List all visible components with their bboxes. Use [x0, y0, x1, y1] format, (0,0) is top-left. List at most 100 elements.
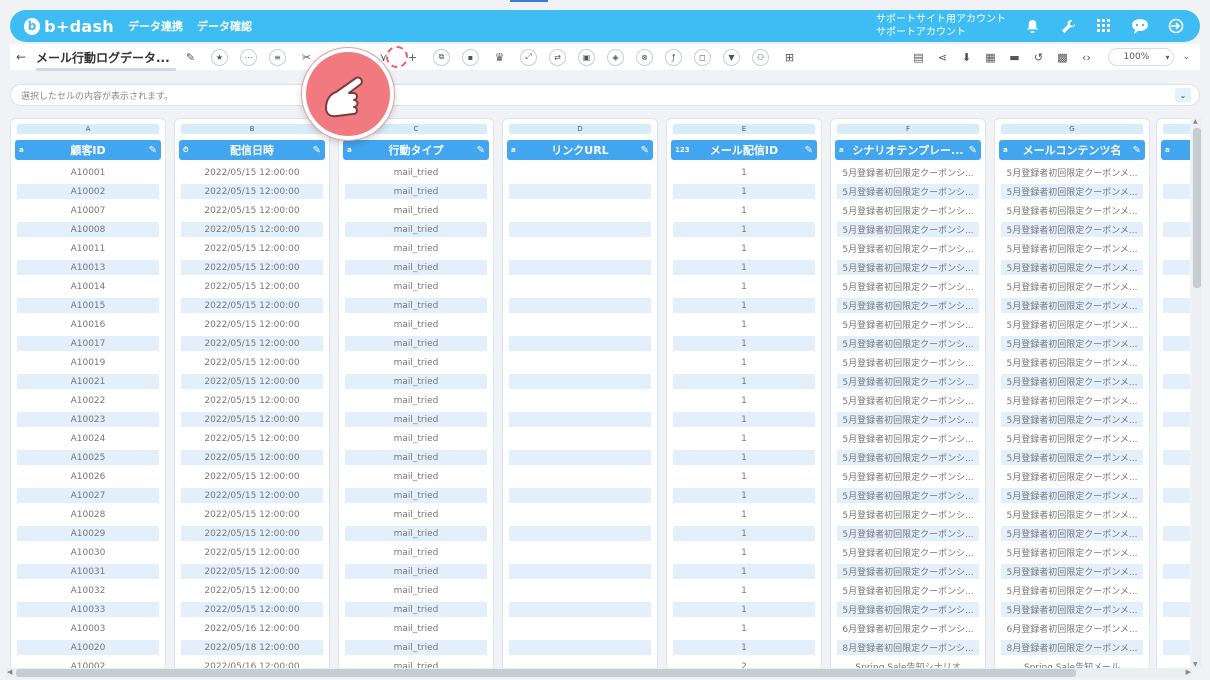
table-cell[interactable]	[509, 619, 651, 638]
table-cell[interactable]: A10011	[17, 239, 159, 258]
table-cell[interactable]: mail_tried	[345, 581, 487, 600]
table-cell[interactable]: mail_tried	[345, 239, 487, 258]
table-cell[interactable]	[509, 315, 651, 334]
table-cell[interactable]: 6月登録者初回限定クーポンシ...	[837, 619, 979, 638]
table-cell[interactable]: 1	[673, 564, 815, 579]
more-options-icon[interactable]: ⋯	[240, 48, 257, 66]
table-cell[interactable]: 5月登録者初回限定クーポンシ...	[837, 581, 979, 600]
wrench-icon[interactable]	[1056, 14, 1080, 38]
table-cell[interactable]: A10008	[17, 222, 159, 237]
table-cell[interactable]: 2022/05/15 12:00:00	[181, 391, 323, 410]
table-cell[interactable]: mail_tried	[345, 277, 487, 296]
zoom-dropdown-icon[interactable]: ⌄	[1182, 52, 1190, 62]
table-cell[interactable]: 5月登録者初回限定クーポンメ...	[1001, 391, 1143, 410]
table-cell[interactable]: 2022/05/15 12:00:00	[181, 184, 323, 199]
table-cell[interactable]: mail_tried	[345, 260, 487, 275]
table-cell[interactable]: 2022/05/16 12:00:00	[181, 619, 323, 638]
table-cell[interactable]: A10001	[17, 163, 159, 182]
table-cell[interactable]: 5月登録者初回限定クーポンメ...	[1001, 298, 1143, 313]
nav-data-integration[interactable]: データ連携	[128, 18, 183, 34]
table-cell[interactable]: Spring Sale告知シナリオ	[837, 657, 979, 668]
table-cell[interactable]: A10031	[17, 564, 159, 579]
table-cell[interactable]: 5月...	[1163, 467, 1190, 486]
table-cell[interactable]: 5月登録者初回限定クーポンシ...	[837, 315, 979, 334]
table-cell[interactable]: 6月登録者初回限定クーポンメ...	[1001, 619, 1143, 638]
formula-icon[interactable]: ƒ	[665, 48, 682, 66]
vertical-scroll-thumb[interactable]	[1193, 128, 1201, 288]
table-cell[interactable]: 1	[673, 467, 815, 486]
table-cell[interactable]: 5月登録者初回限定クーポンメ...	[1001, 543, 1143, 562]
table-cell[interactable]: A10030	[17, 543, 159, 562]
table-cell[interactable]: 5月...	[1163, 353, 1190, 372]
table-cell[interactable]: 8月登録者初回限定クーポンメ...	[1001, 640, 1143, 655]
table-cell[interactable]	[509, 353, 651, 372]
table-cell[interactable]: 1	[673, 619, 815, 638]
table-cell[interactable]: 1	[673, 260, 815, 275]
table-cell[interactable]: 1	[673, 450, 815, 465]
table-cell[interactable]: 5月...	[1163, 543, 1190, 562]
table-cell[interactable]: 5月登録者初回限定クーポンメ...	[1001, 564, 1143, 579]
table-cell[interactable]	[509, 391, 651, 410]
table-cell[interactable]: 2022/05/15 12:00:00	[181, 374, 323, 389]
table-cell[interactable]: 2022/05/15 12:00:00	[181, 260, 323, 275]
table-cell[interactable]: 5月...	[1163, 602, 1190, 617]
table-cell[interactable]: mail_tried	[345, 467, 487, 486]
table-cell[interactable]: mail_tried	[345, 564, 487, 579]
edit-pencil-icon[interactable]: ✎	[969, 145, 977, 156]
table-cell[interactable]: 5月...	[1163, 298, 1190, 313]
table-cell[interactable]: 5月登録者初回限定クーポンメ...	[1001, 450, 1143, 465]
table-cell[interactable]: 8月...	[1163, 640, 1190, 655]
table-cell[interactable]: A10014	[17, 277, 159, 296]
table-cell[interactable]: 2022/05/15 12:00:00	[181, 315, 323, 334]
table-cell[interactable]	[509, 184, 651, 199]
cell-content-bar[interactable]: 選択したセルの内容が表示されます。 ⌄	[10, 84, 1200, 106]
table-cell[interactable]: A10026	[17, 467, 159, 486]
expand-icon[interactable]: ⤢	[520, 48, 537, 66]
table-cell[interactable]: 5月...	[1163, 315, 1190, 334]
table-cell[interactable]	[509, 429, 651, 448]
table-cell[interactable]: 2022/05/15 12:00:00	[181, 429, 323, 448]
package-icon[interactable]: ◈	[607, 48, 624, 66]
support-chat-icon[interactable]	[1128, 14, 1152, 38]
table-cell[interactable]: 5月登録者初回限定クーポンシ...	[837, 201, 979, 220]
table-cell[interactable]: 5月登録者初回限定クーポンシ...	[837, 602, 979, 617]
trash-icon[interactable]: ▬	[1006, 49, 1022, 65]
code-icon[interactable]: ‹›	[1078, 49, 1094, 65]
table-cell[interactable]: mail_tried	[345, 374, 487, 389]
filter-icon[interactable]: ▼	[723, 48, 740, 66]
frame-icon[interactable]: ◻	[694, 48, 711, 66]
zoom-select[interactable]: 100% ▾	[1108, 48, 1175, 66]
table-cell[interactable]	[509, 239, 651, 258]
table-cell[interactable]: A10002	[17, 657, 159, 669]
table-cell[interactable]	[509, 657, 651, 668]
table-cell[interactable]: mail_tried	[345, 412, 487, 427]
table-cell[interactable]: A10032	[17, 581, 159, 600]
table-cell[interactable]: 5月登録者初回限定クーポンメ...	[1001, 581, 1143, 600]
table-cell[interactable]: A10007	[17, 201, 159, 220]
table-cell[interactable]: 1	[673, 602, 815, 617]
table-cell[interactable]: 1	[673, 201, 815, 220]
table-cell[interactable]: 2022/05/15 12:00:00	[181, 488, 323, 503]
table-cell[interactable]: 5月...	[1163, 277, 1190, 296]
table-cell[interactable]: S...	[1163, 657, 1190, 668]
column-letter[interactable]: F	[837, 124, 979, 134]
table-cell[interactable]: 5月登録者初回限定クーポンシ...	[837, 412, 979, 427]
table-cell[interactable]: 1	[673, 543, 815, 562]
table-cell[interactable]: A10013	[17, 260, 159, 275]
table-cell[interactable]: 2022/05/15 12:00:00	[181, 298, 323, 313]
back-arrow-icon[interactable]: ←	[10, 50, 32, 64]
table-cell[interactable]: A10019	[17, 353, 159, 372]
table-cell[interactable]	[509, 163, 651, 182]
table-cell[interactable]: mail_tried	[345, 488, 487, 503]
column-header[interactable]: a 顧客ID ✎	[15, 140, 161, 160]
table-cell[interactable]: 5月登録者初回限定クーポンメ...	[1001, 526, 1143, 541]
table-cell[interactable]: 5月...	[1163, 260, 1190, 275]
download-icon[interactable]: ⬇	[958, 49, 974, 65]
table-cell[interactable]: 1	[673, 581, 815, 600]
star-icon[interactable]: ★	[211, 48, 228, 66]
table-cell[interactable]: 5月登録者初回限定クーポンメ...	[1001, 353, 1143, 372]
table-cell[interactable]: 5月登録者初回限定クーポンメ...	[1001, 336, 1143, 351]
table-cell[interactable]: 1	[673, 353, 815, 372]
table-cell[interactable]: A10003	[17, 619, 159, 638]
table-cell[interactable]: 2022/05/15 12:00:00	[181, 163, 323, 182]
